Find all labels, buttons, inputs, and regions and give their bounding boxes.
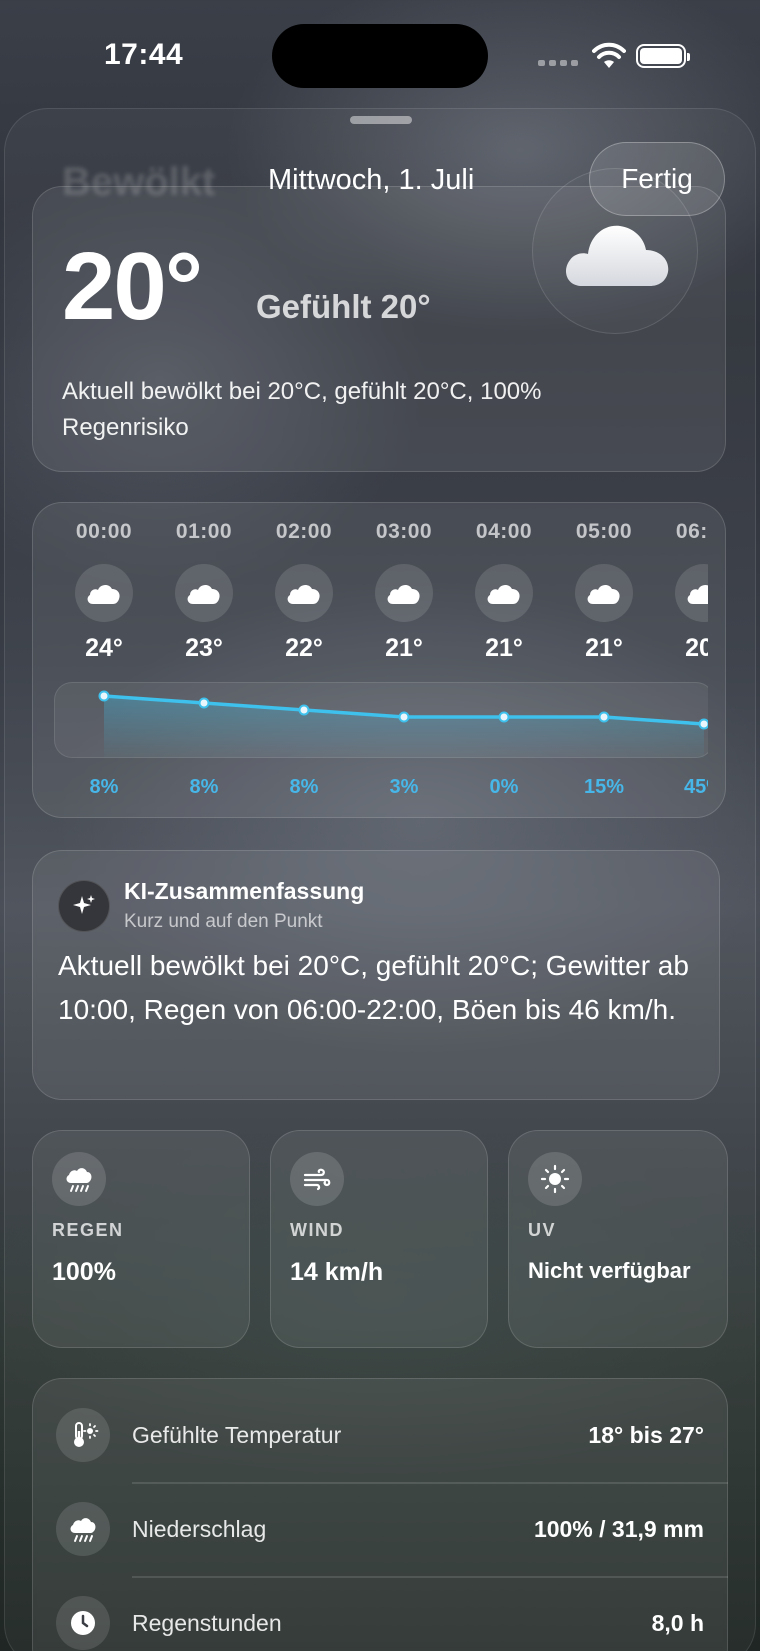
rain-tile-label: REGEN [52,1220,124,1240]
current-summary: Aktuell bewölkt bei 20°C, gefühlt 20°C, … [62,378,542,441]
current-temperature: 20° [62,233,203,340]
status-time: 17:44 [104,38,184,71]
ai-summary-subtitle: Kurz und auf den Punkt [124,911,323,932]
hour-time: 02:00 [275,520,333,543]
sheet-grabber[interactable] [350,116,412,124]
thermometer-sun-icon [56,1408,110,1462]
cloud-icon [375,564,433,622]
hourly-item: 06:00 20° 45% [654,520,708,798]
cloud-icon [575,564,633,622]
faded-title: Bewölkt [62,160,216,204]
status-bar: 17:44 [0,0,760,110]
hour-time: 00:00 [75,520,133,543]
hour-time: 03:00 [375,520,433,543]
uv-tile-label: UV [528,1220,557,1240]
chart-point [298,704,310,716]
wifi-icon [592,42,626,68]
hour-time: 06:00 [675,520,708,543]
hour-rain-chance: 8% [289,776,319,798]
sun-icon [528,1152,582,1206]
date-title: Mittwoch, 1. Juli [268,164,475,196]
cloud-rain-icon [52,1152,106,1206]
wind-tile-value: 14 km/h [290,1258,384,1286]
feels-like-row-value: 18° bis 27° [588,1422,704,1448]
ai-summary-title: KI-Zusammenfassung [124,878,365,904]
hour-rain-chance: 3% [389,776,419,798]
hour-rain-chance: 45% [683,776,708,798]
hour-temperature: 21° [585,634,623,662]
cloud-icon [475,564,533,622]
hour-temperature: 23° [185,634,223,662]
hourly-scroll[interactable]: 00:00 24° 8% 01:00 23° 8% 02:00 22° 8% 03:00 21° 3%… [54,520,708,810]
hour-time: 01:00 [175,520,233,543]
hour-temperature: 21° [385,634,423,662]
wind-tile-label: WIND [290,1220,344,1240]
temperature-chart [98,690,708,758]
hourly-item: 01:00 23° 8% [154,520,254,798]
hour-temperature: 22° [285,634,323,662]
clock-icon [56,1596,110,1650]
hourly-item: 02:00 22° 8% [254,520,354,798]
cloud-icon [175,564,233,622]
hour-rain-chance: 0% [489,776,519,798]
cloud-rain-icon [56,1502,110,1556]
feels-like-temperature: Gefühlt 20° [256,288,431,325]
row-divider [132,1576,728,1578]
cloud-icon [675,564,708,622]
hour-temperature: 24° [85,634,123,662]
rain-hours-row-value: 8,0 h [651,1610,704,1636]
dynamic-island [272,24,488,88]
chart-point [598,711,610,723]
row-divider [132,1482,728,1484]
hour-rain-chance: 15% [583,776,625,798]
chart-point [198,697,210,709]
cloud-icon [75,564,133,622]
hour-rain-chance: 8% [189,776,219,798]
battery-icon [636,44,690,68]
hourly-item: 03:00 21° 3% [354,520,454,798]
cloud-icon [566,225,669,286]
cellular-signal-icon [538,60,578,66]
hourly-item: 04:00 21° 0% [454,520,554,798]
chart-area-fill [104,696,704,758]
rain-tile-value: 100% [52,1258,116,1286]
precipitation-row-label: Niederschlag [132,1516,267,1542]
rain-hours-row-label: Regenstunden [132,1610,282,1636]
sparkles-icon [58,880,110,932]
hour-temperature: 21° [485,634,523,662]
chart-point [698,718,708,730]
hourly-item: 00:00 24° 8% [54,520,154,798]
hour-time: 04:00 [475,520,533,543]
precipitation-row-value: 100% / 31,9 mm [533,1516,704,1542]
feels-like-row-label: Gefühlte Temperatur [132,1422,342,1448]
chart-point [498,711,510,723]
hour-temperature: 20° [685,634,708,662]
hour-rain-chance: 8% [89,776,119,798]
hourly-item: 05:00 21° 15% [554,520,654,798]
wind-icon [290,1152,344,1206]
cloud-icon [275,564,333,622]
ai-summary-text: Aktuell bewölkt bei 20°C, gefühlt 20°C; … [58,950,689,1025]
chart-point [98,690,110,702]
chart-point [398,711,410,723]
uv-tile-value: Nicht verfügbar [528,1258,691,1283]
hour-time: 05:00 [575,520,633,543]
